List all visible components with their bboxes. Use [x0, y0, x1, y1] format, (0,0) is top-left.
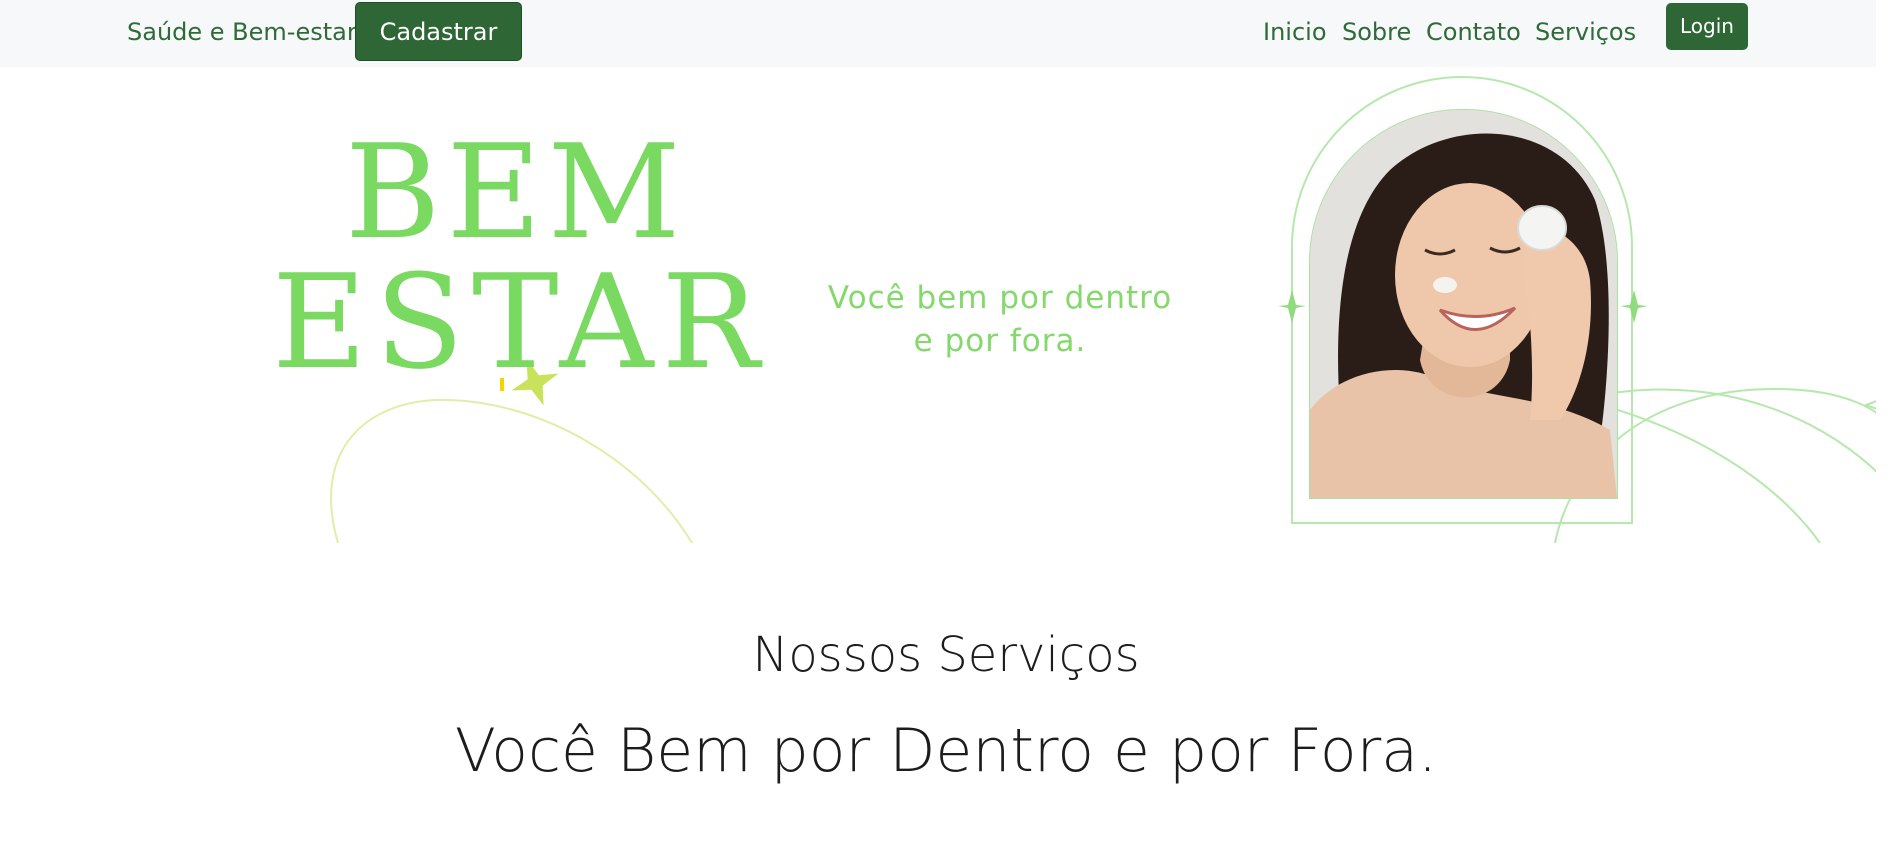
- hero-title-bem: BEM: [345, 116, 687, 268]
- nav-link-sobre[interactable]: Sobre: [1342, 18, 1411, 46]
- brand-link[interactable]: Saúde e Bem-estar: [127, 18, 357, 46]
- woman-photo-illustration: [1310, 110, 1617, 498]
- register-button[interactable]: Cadastrar: [355, 2, 522, 61]
- nav-link-inicio[interactable]: Inicio: [1263, 18, 1327, 46]
- services-title: Nossos Serviços: [752, 627, 1140, 683]
- services-subtitle: Você Bem por Dentro e por Fora.: [454, 716, 1438, 786]
- hero-tagline: Você bem por dentro e por fora.: [827, 280, 1173, 359]
- sparkle-left-icon: [1278, 290, 1306, 323]
- sparkle-right-icon: [1620, 290, 1648, 323]
- hero-title-estar: ESTAR: [272, 246, 768, 398]
- nav-link-servicos[interactable]: Serviços: [1535, 18, 1636, 46]
- hero-banner: BEM ESTAR Você bem por dentro e por fora…: [0, 67, 1892, 543]
- page-scrollbar[interactable]: [1876, 0, 1892, 841]
- page: Saúde e Bem-estar Cadastrar Inicio Sobre…: [0, 0, 1892, 841]
- navbar: Saúde e Bem-estar Cadastrar Inicio Sobre…: [0, 0, 1876, 67]
- nav-link-contato[interactable]: Contato: [1426, 18, 1521, 46]
- hero-photo: [1309, 109, 1618, 499]
- login-button[interactable]: Login: [1666, 3, 1748, 50]
